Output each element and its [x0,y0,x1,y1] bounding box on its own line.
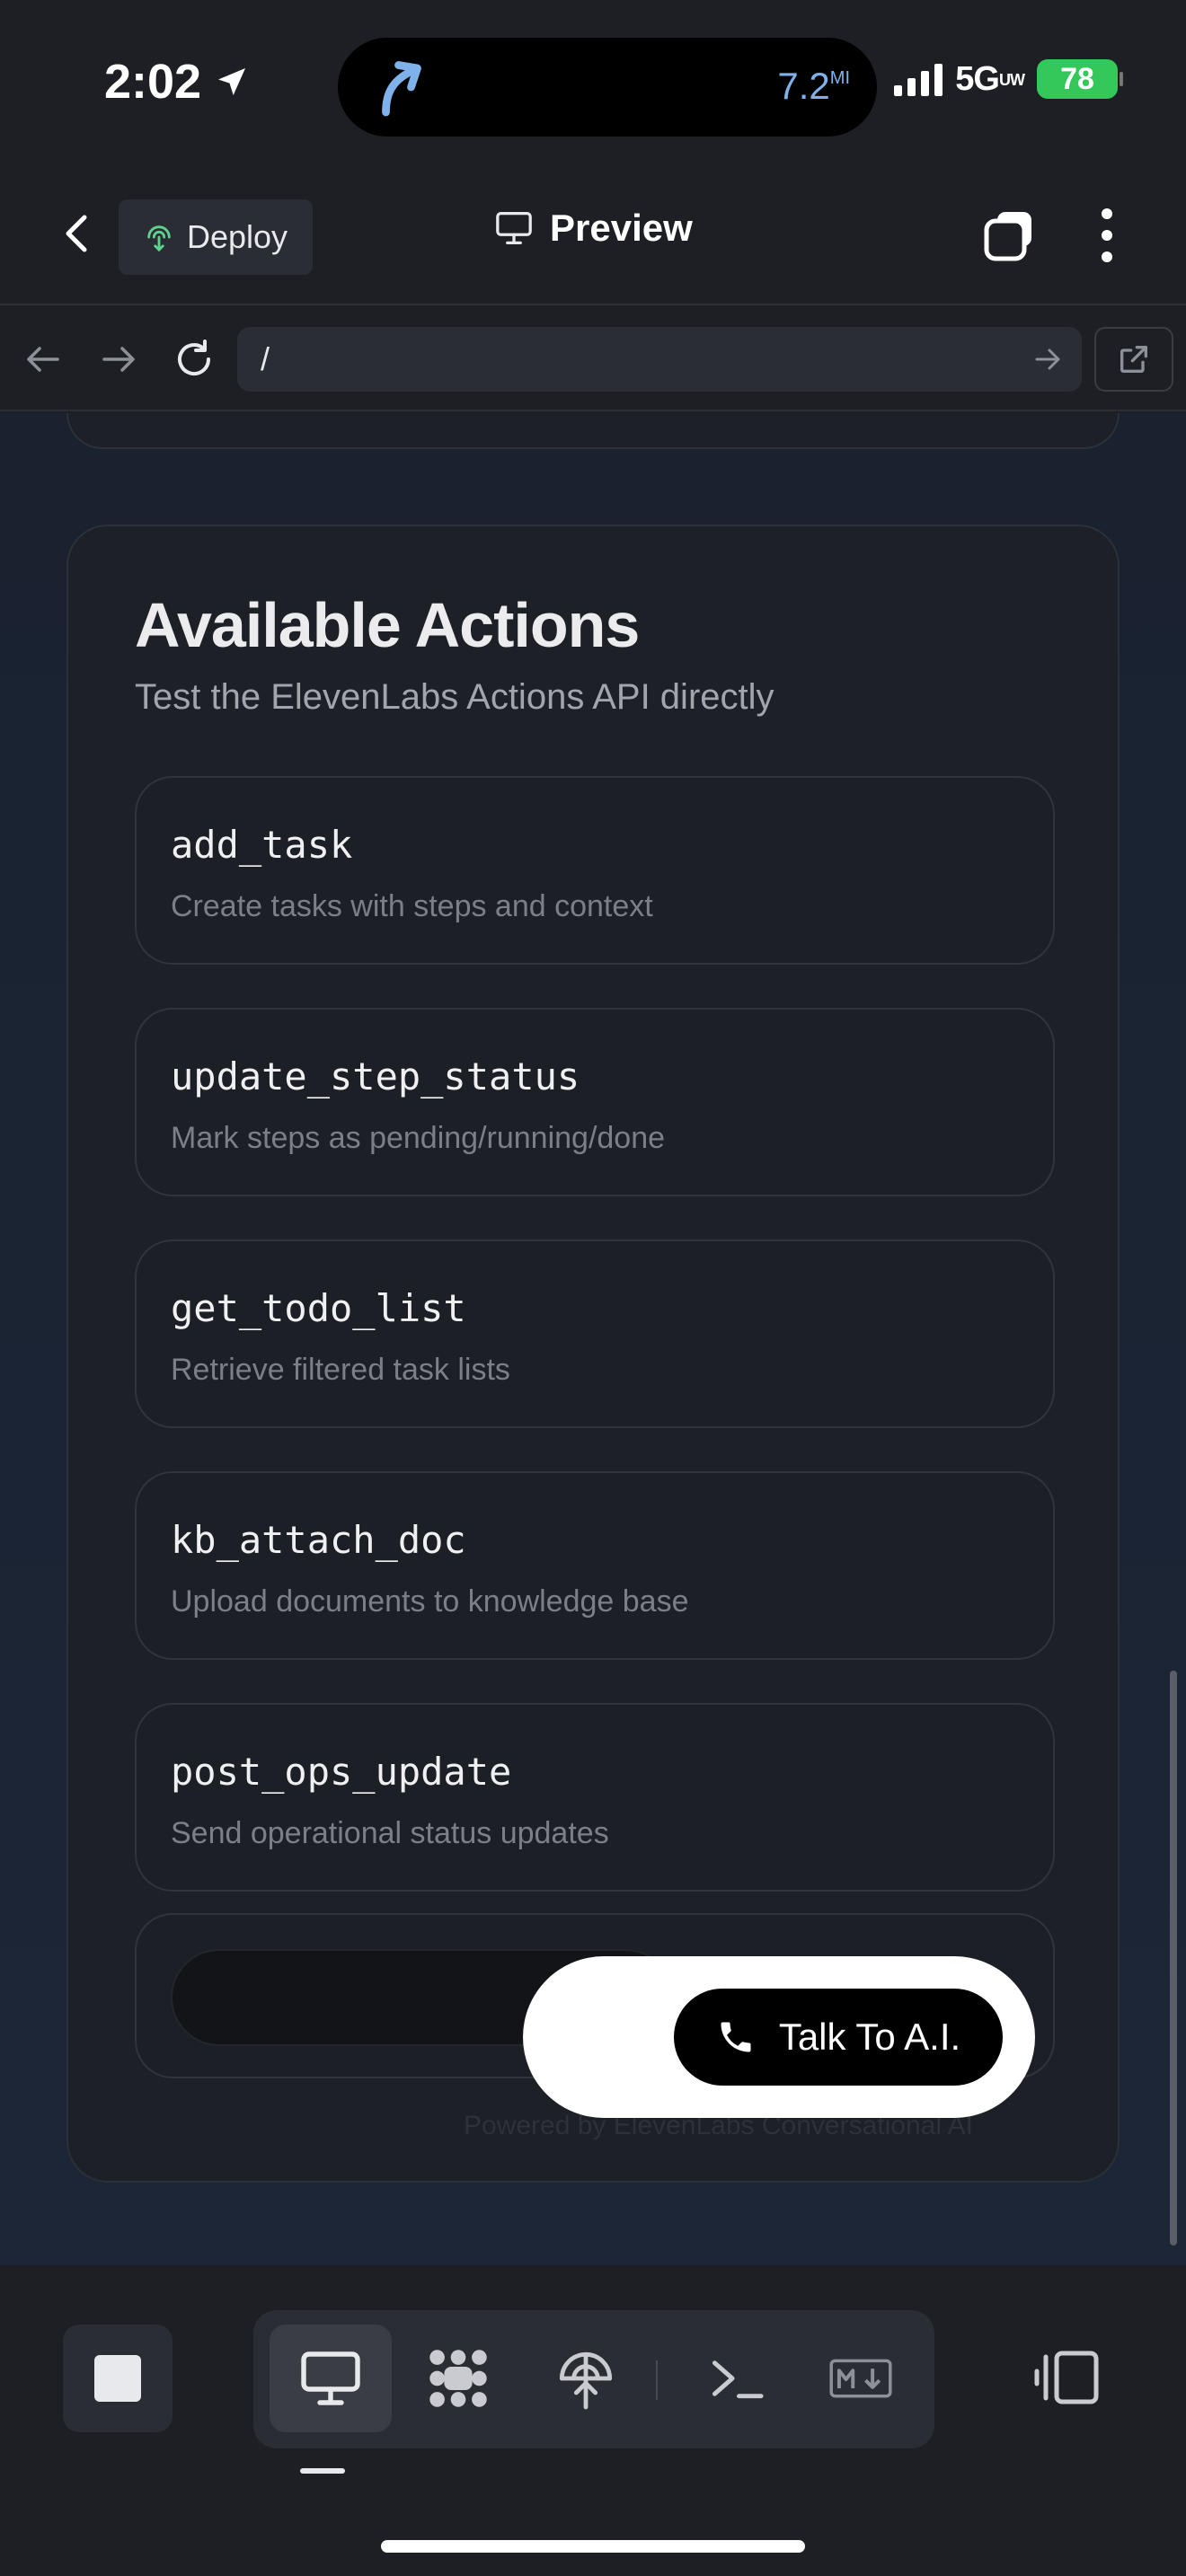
active-tab-indicator [300,2468,345,2474]
monitor-icon [496,211,532,244]
talk-label: Talk To A.I. [778,2016,961,2058]
tool-preview[interactable] [270,2325,392,2432]
action-name: add_task [171,823,353,867]
nav-distance-unit: MI [829,68,850,88]
nav-distance-value: 7.2 [777,65,830,107]
nav-distance: 7.2MI [777,65,850,108]
action-description: Upload documents to knowledge base [171,1584,689,1619]
action-card[interactable]: post_ops_update Send operational status … [135,1703,1055,1892]
page-title: Preview [550,207,693,249]
markdown-icon [829,2359,892,2398]
deploy-icon [559,2351,613,2410]
terminal-icon [712,2360,764,2399]
action-card[interactable]: update_step_status Mark steps as pending… [135,1008,1055,1196]
actions-subtitle: Test the ElevenLabs Actions API directly [135,677,774,717]
action-description: Retrieve filtered task lists [171,1353,510,1387]
phone-icon [721,2022,751,2052]
turn-arrow-icon [382,61,421,117]
action-name: update_step_status [171,1054,580,1098]
stop-button[interactable] [63,2325,173,2432]
actions-title: Available Actions [135,590,640,660]
app-header: Deploy Preview [0,162,1186,305]
status-time: 2:02 [104,54,250,110]
url-bar [0,305,1186,411]
url-input[interactable] [237,327,1082,392]
stop-icon [94,2355,141,2402]
network-type: 5G [955,59,1000,98]
battery-level: 78 [1060,61,1094,96]
status-indicators: 5GUW 78 [894,59,1123,99]
signal-icon [894,62,943,96]
clock-text: 2:02 [104,55,202,109]
tool-markdown[interactable] [800,2325,922,2432]
network-icon [429,2350,487,2407]
home-indicator[interactable] [381,2540,805,2553]
deploy-button[interactable]: Deploy [119,199,313,275]
action-card[interactable]: get_todo_list Retrieve filtered task lis… [135,1239,1055,1428]
voice-widget: Talk To A.I. [523,1956,1035,2118]
tool-network[interactable] [397,2325,519,2432]
dynamic-island[interactable]: 7.2MI [338,38,877,137]
tabs-icon[interactable] [983,208,1037,262]
action-description: Create tasks with steps and context [171,889,653,923]
action-name: post_ops_update [171,1750,512,1794]
action-card[interactable]: add_task Create tasks with steps and con… [135,776,1055,965]
more-icon[interactable] [1096,208,1118,262]
preview-viewport[interactable]: Available Actions Test the ElevenLabs Ac… [0,413,1186,2265]
action-description: Send operational status updates [171,1816,609,1850]
preview-title: Preview [494,207,693,250]
action-name: kb_attach_doc [171,1518,466,1562]
tool-terminal[interactable] [676,2325,798,2432]
scrollbar-thumb[interactable] [1170,1671,1177,2245]
bottom-toolbar [0,2265,1186,2576]
back-arrow-icon[interactable] [16,332,70,386]
action-description: Mark steps as pending/running/done [171,1121,666,1155]
monitor-icon [301,2351,360,2405]
open-external-button[interactable] [1094,327,1173,392]
actions-panel: Available Actions Test the ElevenLabs Ac… [66,525,1120,2183]
action-card[interactable]: kb_attach_doc Upload documents to knowle… [135,1471,1055,1660]
network-subtype: UW [999,71,1025,90]
back-chevron-icon[interactable] [54,207,99,260]
talk-to-ai-button[interactable]: Talk To A.I. [674,1989,1003,2086]
action-name: get_todo_list [171,1286,466,1330]
network-label: 5GUW [955,59,1025,99]
previous-card [66,413,1120,449]
reload-icon[interactable] [167,332,221,386]
tool-deploy[interactable] [525,2325,647,2432]
battery-icon: 78 [1037,59,1123,99]
go-arrow-icon[interactable] [1031,343,1064,375]
deploy-label: Deploy [186,218,288,255]
tool-group [253,2310,934,2448]
deploy-icon [147,225,171,252]
external-link-icon [1120,346,1147,373]
panel-toggle-icon[interactable] [1033,2348,1102,2407]
forward-arrow-icon[interactable] [92,332,146,386]
status-bar: 2:02 7.2MI 5GUW 78 [0,0,1186,162]
location-arrow-icon [218,68,246,95]
tool-divider [656,2360,658,2400]
